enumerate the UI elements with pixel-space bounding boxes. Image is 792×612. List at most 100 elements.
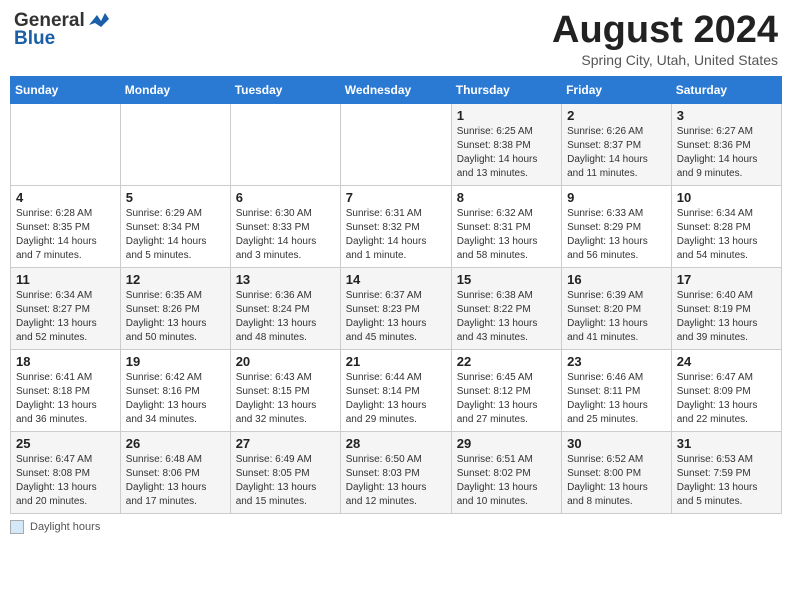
day-number: 30 bbox=[567, 436, 666, 451]
day-number: 8 bbox=[457, 190, 556, 205]
day-info: Sunrise: 6:37 AM Sunset: 8:23 PM Dayligh… bbox=[346, 289, 446, 345]
location-text: Spring City, Utah, United States bbox=[552, 52, 778, 68]
calendar-cell bbox=[340, 103, 451, 185]
calendar-cell: 13 Sunrise: 6:36 AM Sunset: 8:24 PM Dayli… bbox=[230, 267, 340, 349]
day-number: 17 bbox=[677, 272, 776, 287]
calendar-week-3: 11 Sunrise: 6:34 AM Sunset: 8:27 PM Dayli… bbox=[11, 267, 782, 349]
calendar-cell: 25 Sunrise: 6:47 AM Sunset: 8:08 PM Dayli… bbox=[11, 431, 121, 513]
calendar-cell: 15Sunrise: 6:38 AM Sunset: 8:22 PM Dayli… bbox=[451, 267, 561, 349]
day-info: Sunrise: 6:36 AM Sunset: 8:24 PM Dayligh… bbox=[236, 289, 335, 345]
day-info: Sunrise: 6:41 AM Sunset: 8:18 PM Dayligh… bbox=[16, 371, 115, 427]
day-number: 27 bbox=[236, 436, 335, 451]
calendar-cell: 7Sunrise: 6:31 AM Sunset: 8:32 PM Daylig… bbox=[340, 185, 451, 267]
calendar-table: SundayMondayTuesdayWednesdayThursdayFrid… bbox=[10, 76, 782, 514]
calendar-cell: 18 Sunrise: 6:41 AM Sunset: 8:18 PM Dayli… bbox=[11, 349, 121, 431]
calendar-cell bbox=[11, 103, 121, 185]
calendar-cell: 9Sunrise: 6:33 AM Sunset: 8:29 PM Daylig… bbox=[562, 185, 672, 267]
calendar-cell: 22Sunrise: 6:45 AM Sunset: 8:12 PM Dayli… bbox=[451, 349, 561, 431]
day-number: 2 bbox=[567, 108, 666, 123]
day-info: Sunrise: 6:34 AM Sunset: 8:28 PM Dayligh… bbox=[677, 207, 776, 263]
calendar-cell bbox=[120, 103, 230, 185]
day-info: Sunrise: 6:50 AM Sunset: 8:03 PM Dayligh… bbox=[346, 453, 446, 509]
day-info: Sunrise: 6:47 AM Sunset: 8:08 PM Dayligh… bbox=[16, 453, 115, 509]
day-info: Sunrise: 6:34 AM Sunset: 8:27 PM Dayligh… bbox=[16, 289, 115, 345]
day-info: Sunrise: 6:49 AM Sunset: 8:05 PM Dayligh… bbox=[236, 453, 335, 509]
day-number: 18 bbox=[16, 354, 115, 369]
day-info: Sunrise: 6:42 AM Sunset: 8:16 PM Dayligh… bbox=[126, 371, 225, 427]
day-number: 1 bbox=[457, 108, 556, 123]
calendar-week-2: 4 Sunrise: 6:28 AM Sunset: 8:35 PM Daylig… bbox=[11, 185, 782, 267]
day-number: 3 bbox=[677, 108, 776, 123]
calendar-cell: 27 Sunrise: 6:49 AM Sunset: 8:05 PM Dayli… bbox=[230, 431, 340, 513]
day-info: Sunrise: 6:52 AM Sunset: 8:00 PM Dayligh… bbox=[567, 453, 666, 509]
calendar-cell: 21 Sunrise: 6:44 AM Sunset: 8:14 PM Dayli… bbox=[340, 349, 451, 431]
day-info: Sunrise: 6:26 AM Sunset: 8:37 PM Dayligh… bbox=[567, 125, 666, 181]
weekday-header-thursday: Thursday bbox=[451, 76, 561, 103]
day-info: Sunrise: 6:48 AM Sunset: 8:06 PM Dayligh… bbox=[126, 453, 225, 509]
weekday-header-wednesday: Wednesday bbox=[340, 76, 451, 103]
day-info: Sunrise: 6:43 AM Sunset: 8:15 PM Dayligh… bbox=[236, 371, 335, 427]
calendar-cell: 8 Sunrise: 6:32 AM Sunset: 8:31 PM Daylig… bbox=[451, 185, 561, 267]
day-info: Sunrise: 6:30 AM Sunset: 8:33 PM Dayligh… bbox=[236, 207, 335, 263]
weekday-header-sunday: Sunday bbox=[11, 76, 121, 103]
calendar-cell: 10 Sunrise: 6:34 AM Sunset: 8:28 PM Dayli… bbox=[671, 185, 781, 267]
legend-label: Daylight hours bbox=[30, 521, 100, 533]
day-number: 21 bbox=[346, 354, 446, 369]
calendar-cell: 17Sunrise: 6:40 AM Sunset: 8:19 PM Dayli… bbox=[671, 267, 781, 349]
calendar-week-1: 1Sunrise: 6:25 AM Sunset: 8:38 PM Daylig… bbox=[11, 103, 782, 185]
day-info: Sunrise: 6:39 AM Sunset: 8:20 PM Dayligh… bbox=[567, 289, 666, 345]
day-number: 7 bbox=[346, 190, 446, 205]
day-number: 10 bbox=[677, 190, 776, 205]
calendar-body: 1Sunrise: 6:25 AM Sunset: 8:38 PM Daylig… bbox=[11, 103, 782, 513]
footer: Daylight hours bbox=[10, 520, 782, 534]
calendar-cell: 11 Sunrise: 6:34 AM Sunset: 8:27 PM Dayli… bbox=[11, 267, 121, 349]
calendar-cell: 16 Sunrise: 6:39 AM Sunset: 8:20 PM Dayli… bbox=[562, 267, 672, 349]
day-info: Sunrise: 6:53 AM Sunset: 7:59 PM Dayligh… bbox=[677, 453, 776, 509]
day-info: Sunrise: 6:51 AM Sunset: 8:02 PM Dayligh… bbox=[457, 453, 556, 509]
calendar-cell: 26Sunrise: 6:48 AM Sunset: 8:06 PM Dayli… bbox=[120, 431, 230, 513]
day-number: 16 bbox=[567, 272, 666, 287]
calendar-cell: 19Sunrise: 6:42 AM Sunset: 8:16 PM Dayli… bbox=[120, 349, 230, 431]
day-number: 20 bbox=[236, 354, 335, 369]
calendar-cell: 3Sunrise: 6:27 AM Sunset: 8:36 PM Daylig… bbox=[671, 103, 781, 185]
weekday-header-monday: Monday bbox=[120, 76, 230, 103]
day-number: 31 bbox=[677, 436, 776, 451]
day-info: Sunrise: 6:47 AM Sunset: 8:09 PM Dayligh… bbox=[677, 371, 776, 427]
calendar-cell: 24 Sunrise: 6:47 AM Sunset: 8:09 PM Dayli… bbox=[671, 349, 781, 431]
day-info: Sunrise: 6:44 AM Sunset: 8:14 PM Dayligh… bbox=[346, 371, 446, 427]
day-number: 13 bbox=[236, 272, 335, 287]
day-number: 24 bbox=[677, 354, 776, 369]
logo-bird-icon bbox=[87, 11, 109, 29]
day-info: Sunrise: 6:35 AM Sunset: 8:26 PM Dayligh… bbox=[126, 289, 225, 345]
day-info: Sunrise: 6:33 AM Sunset: 8:29 PM Dayligh… bbox=[567, 207, 666, 263]
title-area: August 2024 Spring City, Utah, United St… bbox=[552, 10, 778, 68]
calendar-cell: 2 Sunrise: 6:26 AM Sunset: 8:37 PM Daylig… bbox=[562, 103, 672, 185]
logo: General Blue bbox=[14, 10, 109, 50]
calendar-week-5: 25 Sunrise: 6:47 AM Sunset: 8:08 PM Dayli… bbox=[11, 431, 782, 513]
day-number: 14 bbox=[346, 272, 446, 287]
legend-box bbox=[10, 520, 24, 534]
day-info: Sunrise: 6:28 AM Sunset: 8:35 PM Dayligh… bbox=[16, 207, 115, 263]
calendar-cell: 5Sunrise: 6:29 AM Sunset: 8:34 PM Daylig… bbox=[120, 185, 230, 267]
calendar-cell: 12 Sunrise: 6:35 AM Sunset: 8:26 PM Dayli… bbox=[120, 267, 230, 349]
day-number: 5 bbox=[126, 190, 225, 205]
weekday-header-tuesday: Tuesday bbox=[230, 76, 340, 103]
calendar-header: SundayMondayTuesdayWednesdayThursdayFrid… bbox=[11, 76, 782, 103]
weekday-header-saturday: Saturday bbox=[671, 76, 781, 103]
day-number: 12 bbox=[126, 272, 225, 287]
calendar-cell: 6 Sunrise: 6:30 AM Sunset: 8:33 PM Daylig… bbox=[230, 185, 340, 267]
calendar-cell: 29 Sunrise: 6:51 AM Sunset: 8:02 PM Dayli… bbox=[451, 431, 561, 513]
month-title: August 2024 bbox=[552, 10, 778, 52]
day-number: 6 bbox=[236, 190, 335, 205]
day-info: Sunrise: 6:38 AM Sunset: 8:22 PM Dayligh… bbox=[457, 289, 556, 345]
day-number: 23 bbox=[567, 354, 666, 369]
day-info: Sunrise: 6:32 AM Sunset: 8:31 PM Dayligh… bbox=[457, 207, 556, 263]
day-number: 4 bbox=[16, 190, 115, 205]
day-number: 25 bbox=[16, 436, 115, 451]
day-number: 11 bbox=[16, 272, 115, 287]
calendar-cell: 1Sunrise: 6:25 AM Sunset: 8:38 PM Daylig… bbox=[451, 103, 561, 185]
page-header: General Blue August 2024 Spring City, Ut… bbox=[10, 10, 782, 68]
calendar-cell: 23Sunrise: 6:46 AM Sunset: 8:11 PM Dayli… bbox=[562, 349, 672, 431]
calendar-cell: 30 Sunrise: 6:52 AM Sunset: 8:00 PM Dayli… bbox=[562, 431, 672, 513]
day-number: 29 bbox=[457, 436, 556, 451]
